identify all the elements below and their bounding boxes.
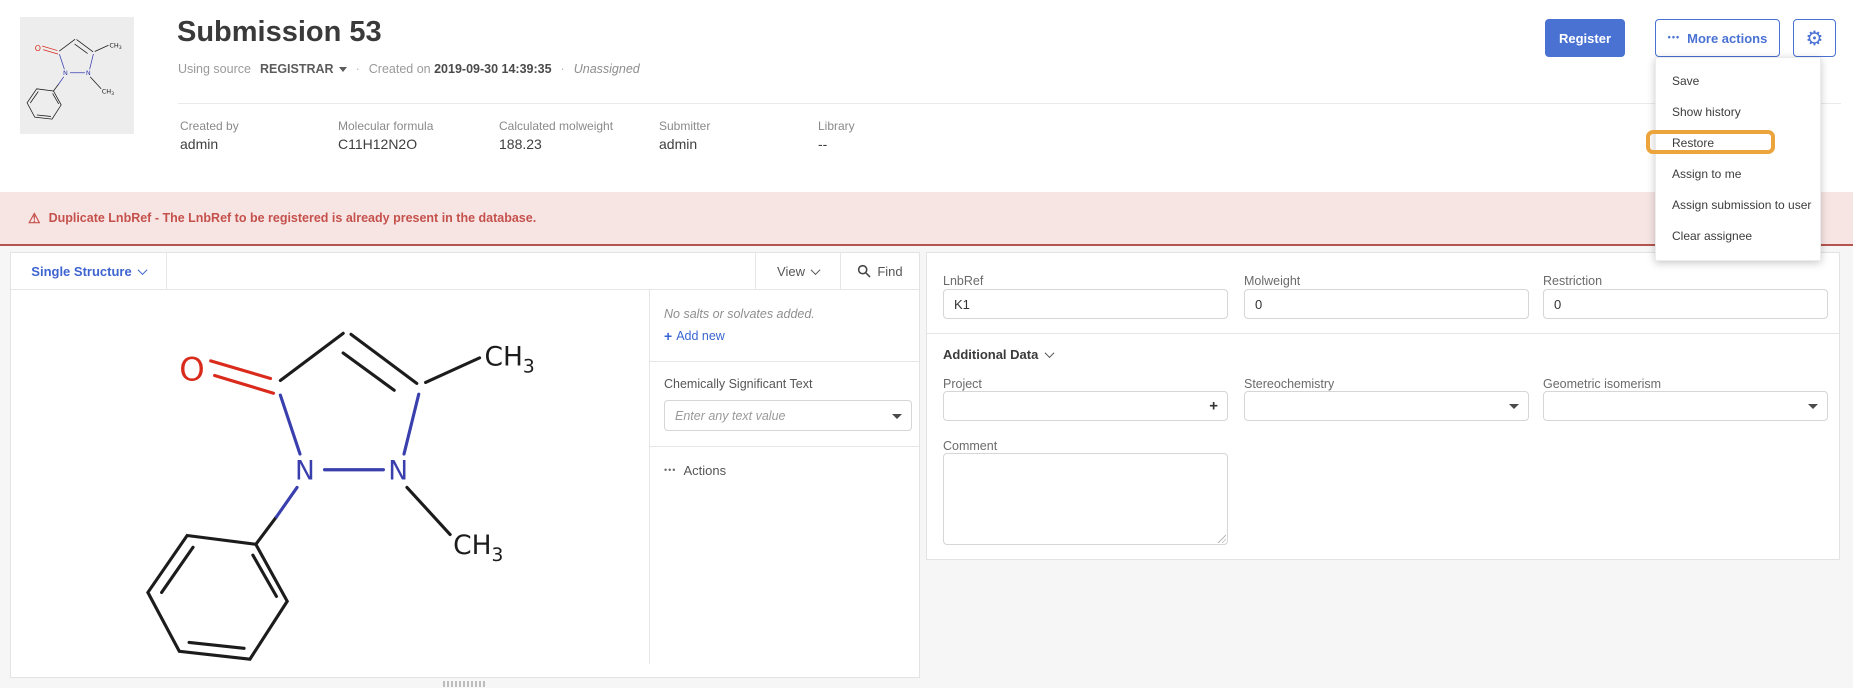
section-divider: [650, 361, 919, 362]
additional-data-label: Additional Data: [943, 347, 1038, 362]
methyl-group-label: CH3: [453, 530, 503, 566]
meta-label-library: Library: [818, 119, 855, 133]
gear-icon: ⚙: [1806, 26, 1824, 51]
page-title: Submission 53: [177, 16, 382, 49]
meta-label-created-by: Created by: [180, 119, 239, 133]
settings-button[interactable]: ⚙: [1793, 19, 1836, 57]
ellipsis-icon: •••: [664, 465, 676, 475]
lnbref-label: LnbRef: [943, 274, 983, 288]
warning-banner: ⚠ Duplicate LnbRef - The LnbRef to be re…: [0, 192, 1853, 246]
app-window: Submission 53 Using source REGISTRAR · C…: [0, 0, 1853, 688]
meta-value-created-by: admin: [180, 136, 218, 152]
meta-value-molecular-formula: C11H12N2O: [338, 136, 417, 152]
view-dropdown[interactable]: View: [755, 253, 840, 289]
stereochemistry-label: Stereochemistry: [1244, 377, 1334, 391]
structure-thumbnail: [20, 17, 134, 134]
warning-icon: ⚠: [28, 210, 41, 227]
stereochemistry-select[interactable]: [1244, 391, 1529, 421]
source-dropdown[interactable]: REGISTRAR: [260, 62, 347, 76]
menu-item-assign-to-me[interactable]: Assign to me: [1656, 159, 1820, 190]
structure-mode-dropdown[interactable]: Single Structure: [11, 253, 167, 289]
methyl-group-label: CH3: [484, 342, 534, 378]
lnbref-input[interactable]: [943, 289, 1228, 319]
molweight-label: Molweight: [1244, 274, 1300, 288]
more-actions-button[interactable]: ••• More actions: [1655, 19, 1780, 57]
section-divider: [650, 446, 919, 447]
oxygen-atom-label: O: [179, 350, 204, 388]
menu-item-clear-assignee[interactable]: Clear assignee: [1656, 221, 1820, 252]
salts-column: No salts or solvates added. + Add new Ch…: [650, 290, 919, 478]
source-value: REGISTRAR: [260, 62, 334, 76]
scrollbar-handle[interactable]: [443, 681, 485, 687]
meta-label-submitter: Submitter: [659, 119, 710, 133]
meta-value-submitter: admin: [659, 136, 697, 152]
project-label: Project: [943, 377, 982, 391]
actions-menu-button[interactable]: ••• Actions: [664, 463, 919, 478]
using-source-label: Using source: [178, 62, 251, 76]
add-new-label: Add new: [676, 329, 725, 343]
submission-subtitle: Using source REGISTRAR · Created on 2019…: [178, 62, 640, 76]
register-button[interactable]: Register: [1545, 19, 1625, 57]
find-button[interactable]: Find: [840, 253, 919, 289]
meta-label-molecular-formula: Molecular formula: [338, 119, 433, 133]
comment-label: Comment: [943, 439, 997, 453]
created-on: Created on 2019-09-30 14:39:35: [369, 62, 552, 76]
cst-input[interactable]: [664, 400, 912, 431]
created-on-label: Created on: [369, 62, 431, 76]
structure-mode-label: Single Structure: [31, 264, 131, 279]
restriction-input[interactable]: [1543, 289, 1828, 319]
molecule-structure: O N N CH3 CH3: [136, 299, 568, 667]
structure-panel: Single Structure View Find: [10, 252, 920, 678]
meta-value-calculated-molweight: 188.23: [499, 136, 542, 152]
meta-value-library: --: [818, 136, 827, 152]
molweight-input[interactable]: [1244, 289, 1529, 319]
nitrogen-atom-label: N: [388, 456, 408, 487]
menu-item-assign-submission-to-user[interactable]: Assign submission to user: [1656, 190, 1820, 221]
find-label: Find: [877, 264, 902, 279]
actions-label: Actions: [683, 463, 726, 478]
assignee-status: Unassigned: [574, 62, 640, 76]
geometric-isomerism-select[interactable]: [1543, 391, 1828, 421]
chevron-down-icon: [339, 67, 347, 72]
ellipsis-icon: •••: [1668, 32, 1680, 42]
project-input[interactable]: [943, 391, 1228, 421]
restriction-label: Restriction: [1543, 274, 1602, 288]
plus-icon: +: [664, 328, 672, 344]
created-on-value: 2019-09-30 14:39:35: [434, 62, 551, 76]
more-actions-label: More actions: [1687, 31, 1767, 46]
chevron-down-icon: [1045, 348, 1055, 358]
salts-note: No salts or solvates added.: [664, 307, 919, 321]
search-icon: [857, 264, 871, 278]
structure-panel-header: Single Structure View Find: [11, 253, 919, 290]
nitrogen-atom-label: N: [295, 456, 315, 487]
geometric-isomerism-label: Geometric isomerism: [1543, 377, 1661, 391]
additional-data-toggle[interactable]: Additional Data: [943, 347, 1053, 362]
cst-label: Chemically Significant Text: [664, 377, 919, 391]
meta-label-calculated-molweight: Calculated molweight: [499, 119, 613, 133]
header-divider: [178, 103, 1841, 104]
separator-dot: ·: [356, 62, 360, 76]
chevron-down-icon: [811, 265, 821, 275]
add-salt-link[interactable]: + Add new: [664, 328, 725, 344]
comment-textarea[interactable]: [943, 453, 1228, 545]
molecule-thumbnail-drawing: [24, 31, 130, 121]
warning-text: Duplicate LnbRef - The LnbRef to be regi…: [49, 211, 537, 225]
menu-item-save[interactable]: Save: [1656, 66, 1820, 97]
separator-dot: ·: [561, 62, 565, 76]
menu-item-show-history[interactable]: Show history: [1656, 97, 1820, 128]
chevron-down-icon: [137, 265, 147, 275]
details-panel: LnbRef Molweight Restriction Additional …: [926, 252, 1840, 560]
section-divider: [927, 333, 1839, 334]
more-actions-menu: Save Show history Restore Assign to me A…: [1655, 57, 1821, 261]
menu-item-restore[interactable]: Restore: [1656, 128, 1820, 159]
view-label: View: [777, 264, 805, 279]
